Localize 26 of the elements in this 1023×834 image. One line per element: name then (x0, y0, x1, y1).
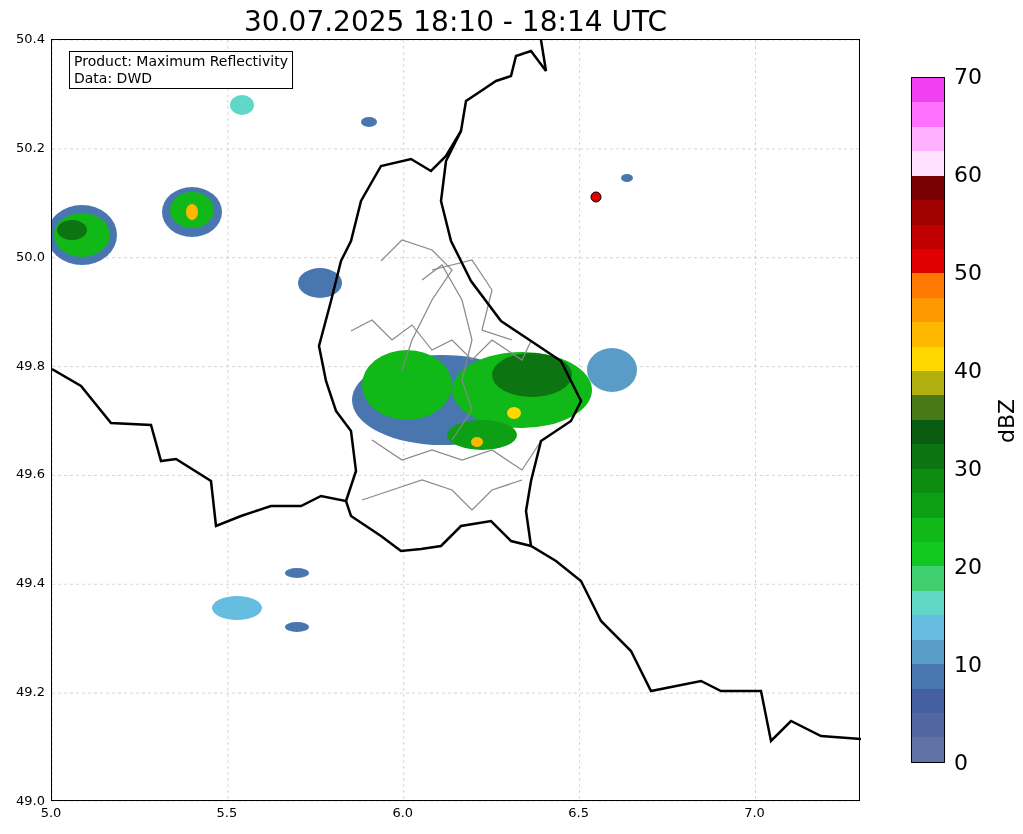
y-tick-label: 50.0 (16, 248, 45, 265)
colorbar-tick-label: 50 (954, 260, 982, 286)
y-tick-label: 49.4 (16, 575, 45, 592)
y-tick-label: 49.6 (16, 466, 45, 483)
colorbar-tick-label: 0 (954, 750, 968, 776)
x-tick-label: 6.0 (392, 805, 414, 821)
colorbar-tick-label: 70 (954, 64, 982, 90)
x-tick-label: 5.5 (216, 805, 238, 821)
colorbar-tick-label: 40 (954, 358, 982, 384)
colorbar-tick-label: 30 (954, 456, 982, 482)
y-tick-label: 49.8 (16, 357, 45, 374)
y-tick-label: 50.4 (16, 31, 45, 47)
x-tick-label: 7.0 (744, 805, 765, 821)
colorbar-tick-label: 20 (954, 554, 982, 580)
info-text: Data: DWD (74, 70, 153, 87)
colorbar-label: dBZ (994, 398, 1021, 444)
x-tick-label: 5.0 (40, 805, 62, 821)
info-text: Product: Maximum Reflectivity (74, 53, 288, 70)
colorbar-tick-label: 10 (954, 652, 982, 678)
x-tick-label: 6.5 (568, 805, 589, 821)
y-tick-label: 49.2 (16, 684, 45, 701)
y-tick-label: 50.2 (16, 139, 45, 156)
y-tick-label: 49.0 (16, 793, 45, 808)
location-marker-icon (590, 191, 602, 203)
colorbar-tick-label: 60 (954, 162, 982, 188)
chart-title: 30.07.2025 18:10 - 18:14 UTC (244, 5, 667, 39)
